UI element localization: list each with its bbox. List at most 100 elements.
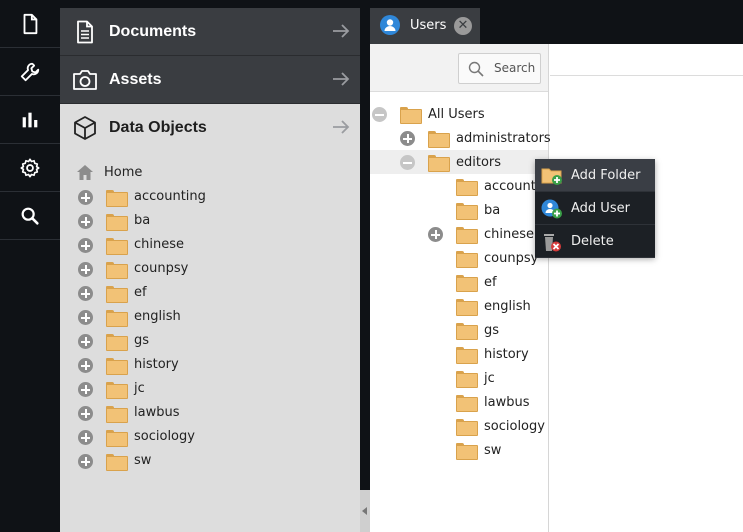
folder-icon [456,299,478,316]
expand-icon[interactable] [78,214,93,229]
editors-children: accounting ba chinese counpsy ef english gs his… [370,174,556,462]
folder-icon [106,454,128,471]
tree-node-folder[interactable]: lawbus [370,390,548,414]
expand-icon[interactable] [78,190,93,205]
folder-icon [106,382,128,399]
expand-icon[interactable] [78,454,93,469]
users-tree-panel: Search All Users administrators editors … [370,44,556,532]
menu-item-label: Add User [571,201,630,216]
expand-icon[interactable] [78,334,93,349]
tree-node-home[interactable]: Home [60,161,360,185]
folder-icon [456,371,478,388]
search-button[interactable]: Search [458,53,541,84]
arrow-right-icon [333,24,350,38]
expand-icon[interactable] [78,430,93,445]
add-user-icon [541,199,562,219]
tree-node-folder[interactable]: lawbus [60,401,360,425]
folder-icon [106,262,128,279]
app-window: Documents Assets Data Objects Home accou… [0,0,743,532]
tree-node-folder[interactable]: ef [60,281,360,305]
tree-node-folder[interactable]: accounting [60,185,360,209]
expand-icon[interactable] [78,382,93,397]
close-icon[interactable]: ✕ [454,17,472,35]
cube-icon [72,115,98,141]
tree-node-folder[interactable]: ba [60,209,360,233]
user-icon [380,15,400,35]
tree-node-folder[interactable]: ba [370,198,548,222]
tree-node-folder[interactable]: jc [60,377,360,401]
users-tree-toolbar: Search [370,44,548,92]
search-button-label: Search [494,61,536,75]
tree-node-folder[interactable]: sw [370,438,548,462]
expand-icon[interactable] [400,131,415,146]
camera-icon [72,67,98,93]
tree-node-folder[interactable]: english [60,305,360,329]
tree-node-folder[interactable]: sociology [370,414,548,438]
expand-icon[interactable] [428,227,443,242]
tree-node-editors[interactable]: editors [370,150,548,174]
context-menu: Add Folder Add User Delete [535,159,655,258]
tab-bar: Users ✕ [360,0,743,44]
tree-node-label: gs [484,323,500,338]
document-icon [23,13,38,34]
panel-collapse-handle[interactable] [360,490,370,532]
folder-icon [456,203,478,220]
tree-node-label: chinese [484,227,535,242]
rail-settings[interactable] [0,144,60,192]
tree-node-label: jc [484,371,495,386]
tree-node-folder[interactable]: chinese [60,233,360,257]
menu-item-label: Add Folder [571,168,641,183]
accordion-assets[interactable]: Assets [60,56,360,104]
expand-icon[interactable] [78,238,93,253]
tree-node-label: Home [104,165,143,180]
tree-node-folder[interactable]: history [60,353,360,377]
delete-icon [544,234,561,252]
expand-icon[interactable] [78,286,93,301]
tree-node-folder[interactable]: sw [60,449,360,473]
tree-node-folder[interactable]: gs [60,329,360,353]
arrow-right-icon [333,72,350,86]
tree-node-all-users[interactable]: All Users [370,102,548,126]
tree-node-folder[interactable]: counpsy [370,246,548,270]
gear-icon [20,157,40,178]
menu-item-add-folder[interactable]: Add Folder [535,159,655,192]
tree-node-folder[interactable]: history [370,342,548,366]
rail-documents[interactable] [0,0,60,48]
data-objects-tree: Home accounting ba chinese counpsy ef english… [60,161,360,473]
tree-node-folder[interactable]: ef [370,270,548,294]
arrow-right-icon [333,120,350,134]
rail-reports[interactable] [0,96,60,144]
expand-icon[interactable] [78,358,93,373]
folder-icon [456,275,478,292]
tree-node-folder[interactable]: jc [370,366,548,390]
menu-item-delete[interactable]: Delete [535,225,655,258]
tree-node-label: history [484,347,529,362]
tree-node-folder[interactable]: sociology [60,425,360,449]
tree-node-administrators[interactable]: administrators [370,126,551,150]
tree-node-folder[interactable]: english [370,294,548,318]
accordion-data-objects[interactable]: Data Objects [60,104,360,152]
tree-node-folder[interactable]: accounting [370,174,556,198]
expand-icon[interactable] [78,262,93,277]
wrench-icon [20,62,40,81]
folder-icon [456,347,478,364]
expand-icon[interactable] [78,406,93,421]
tree-node-label: lawbus [484,395,530,410]
tree-node-folder[interactable]: counpsy [60,257,360,281]
tab-users[interactable]: Users ✕ [370,8,480,44]
folder-icon [106,310,128,327]
tree-node-folder[interactable]: chinese [370,222,548,246]
accordion-documents[interactable]: Documents [60,8,360,56]
folder-icon [106,190,128,207]
home-icon [77,165,93,180]
tree-node-label: ba [484,203,501,218]
expand-icon[interactable] [78,310,93,325]
rail-tools[interactable] [0,48,60,96]
menu-item-add-user[interactable]: Add User [535,192,655,225]
rail-search[interactable] [0,192,60,240]
collapse-icon[interactable] [400,155,415,170]
folder-icon [456,251,478,268]
tree-node-folder[interactable]: gs [370,318,548,342]
folder-icon [106,214,128,231]
collapse-icon[interactable] [372,107,387,122]
